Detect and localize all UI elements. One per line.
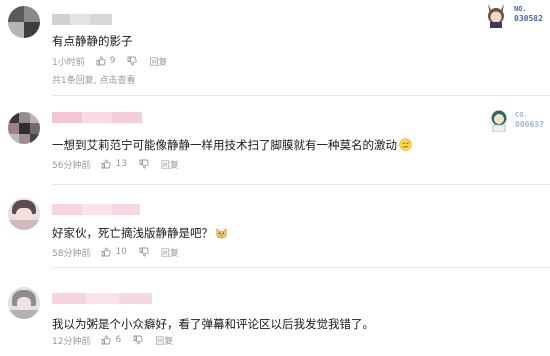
dislike-button[interactable] (133, 335, 143, 345)
comment-time: 58分钟前 (52, 248, 91, 259)
fan-badge-label: CO. (515, 111, 528, 119)
reply-button[interactable]: 回复 (161, 246, 179, 259)
comment-time: 12分钟前 (52, 336, 91, 347)
username[interactable] (52, 204, 140, 215)
username[interactable] (52, 14, 112, 25)
sweat-smile-emoji (399, 138, 412, 151)
comment-time: 1小时前 (52, 57, 85, 68)
thumb-up-icon (102, 335, 112, 345)
comment-text: 好家伙，死亡摘浅版静静是吧？ (52, 226, 228, 240)
thumb-down-icon (139, 247, 149, 257)
comment-3: 好家伙，死亡摘浅版静静是吧？ 58分钟前 10 回复 (0, 185, 550, 268)
like-button[interactable]: 10 (101, 247, 127, 257)
fan-badge-number: 030582 (514, 14, 543, 23)
username[interactable] (52, 293, 152, 304)
avatar[interactable] (8, 112, 40, 144)
reply-button[interactable]: 回复 (155, 334, 173, 347)
like-count: 6 (115, 335, 122, 345)
comment-text: 有点静静的影子 (52, 34, 133, 48)
comment-2: CO. 000637 一想到艾莉范宁可能像静静一样用技术扫了脚膜就有一种莫名的激… (0, 96, 550, 185)
fan-badge-character-icon (488, 4, 504, 28)
fan-badge-label: NO. (514, 5, 527, 13)
comment-meta: 56分钟前 13 回复 (52, 158, 179, 171)
comment-time: 56分钟前 (52, 160, 91, 171)
comment-1: NO. 030582 有点静静的影子 1小时前 9 回复 共1条回复, 点击查看 (0, 0, 550, 96)
cat-emoji (216, 228, 227, 239)
comment-meta: 58分钟前 10 回复 (52, 246, 179, 259)
thumb-up-icon (102, 247, 112, 257)
comment-text-body: 好家伙，死亡摘浅版静静是吧？ (52, 226, 213, 240)
dislike-button[interactable] (139, 247, 149, 257)
reply-button[interactable]: 回复 (149, 55, 167, 68)
thumb-up-icon (102, 159, 112, 169)
like-button[interactable]: 13 (101, 159, 127, 169)
thumb-down-icon (128, 56, 138, 66)
like-count: 13 (115, 159, 127, 169)
like-count: 9 (109, 56, 116, 66)
dislike-button[interactable] (127, 56, 138, 66)
like-button[interactable]: 6 (101, 335, 121, 345)
reply-button[interactable]: 回复 (161, 158, 179, 171)
comment-meta: 1小时前 9 回复 (52, 55, 167, 68)
avatar[interactable] (8, 287, 40, 319)
comment-4: 我以为粥是个小众癖好，看了弹幕和评论区以后我发觉我错了。 12分钟前 6 回复 (0, 268, 550, 356)
replies-summary: 共1条回复, 点击查看 (52, 73, 135, 86)
replies-count: 共1条回复, (52, 76, 100, 86)
username[interactable] (52, 112, 142, 123)
fan-badge: CO. 000637 (488, 108, 548, 132)
dislike-button[interactable] (139, 159, 149, 169)
avatar[interactable] (8, 198, 40, 230)
avatar[interactable] (8, 6, 40, 38)
fan-badge-number: 000637 (515, 120, 544, 129)
fan-badge: NO. 030582 (484, 2, 546, 28)
like-button[interactable]: 9 (96, 56, 116, 66)
fan-badge-character-icon (491, 110, 507, 132)
comment-text: 一想到艾莉范宁可能像静静一样用技术扫了脚膜就有一种莫名的激动 (52, 138, 412, 152)
thumb-down-icon (139, 159, 149, 169)
thumb-down-icon (133, 335, 143, 345)
like-count: 10 (115, 247, 127, 257)
view-replies-link[interactable]: 点击查看 (99, 76, 135, 86)
comment-meta: 12分钟前 6 回复 (52, 334, 173, 347)
thumb-up-icon (96, 56, 106, 66)
comment-text: 我以为粥是个小众癖好，看了弹幕和评论区以后我发觉我错了。 (52, 317, 374, 331)
comment-text-body: 一想到艾莉范宁可能像静静一样用技术扫了脚膜就有一种莫名的激动 (52, 138, 397, 152)
